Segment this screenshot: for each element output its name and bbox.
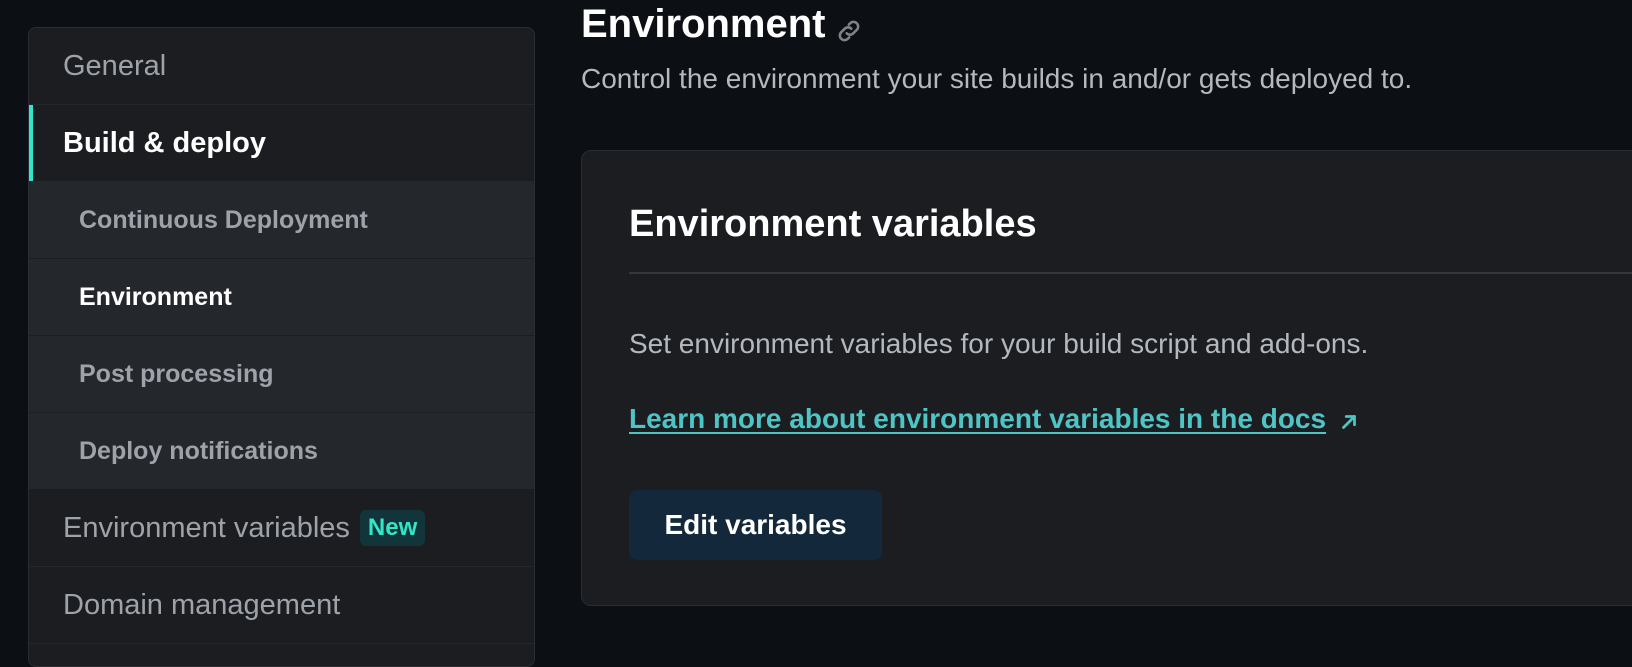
- page-description: Control the environment your site builds…: [581, 63, 1413, 94]
- sidebar-subitem-environment[interactable]: Environment: [29, 259, 534, 336]
- sidebar-item-label: Build & deploy: [63, 126, 266, 159]
- sidebar-item-label: General: [63, 49, 167, 82]
- new-badge: New: [359, 510, 426, 546]
- sidebar-subitem-label: Continuous Deployment: [79, 205, 368, 234]
- sidebar-item-build-deploy[interactable]: Build & deploy: [29, 105, 534, 182]
- docs-link-label: Learn more about environment variables i…: [629, 403, 1327, 434]
- sidebar-subitem-label: Environment: [79, 282, 232, 311]
- sidebar-subitem-deploy-notifications[interactable]: Deploy notifications: [29, 413, 534, 490]
- card-description: Set environment variables for your build…: [629, 328, 1369, 359]
- sidebar-item-label: Environment variables: [63, 511, 350, 544]
- card-divider: [629, 272, 1632, 274]
- sidebar-item-label: Domain management: [63, 588, 341, 621]
- page-title: Environment: [581, 0, 863, 48]
- sidebar-item-general[interactable]: General: [29, 28, 534, 105]
- sidebar-subitem-post-processing[interactable]: Post processing: [29, 336, 534, 413]
- link-icon[interactable]: [835, 10, 863, 42]
- sidebar-item-environment-variables[interactable]: Environment variables New: [29, 490, 534, 567]
- external-link-arrow-icon: [1338, 408, 1360, 430]
- page-title-text: Environment: [581, 1, 826, 46]
- docs-link[interactable]: Learn more about environment variables i…: [629, 403, 1360, 435]
- sidebar-subitem-label: Deploy notifications: [79, 436, 318, 465]
- edit-variables-button[interactable]: Edit variables: [629, 490, 882, 560]
- sidebar-subitem-label: Post processing: [79, 359, 274, 388]
- sidebar-subitem-continuous-deployment[interactable]: Continuous Deployment: [29, 182, 534, 259]
- environment-variables-card: Environment variables Set environment va…: [581, 150, 1632, 606]
- sidebar-item-domain-management[interactable]: Domain management: [29, 567, 534, 644]
- card-title: Environment variables: [629, 203, 1037, 245]
- settings-sidebar: General Build & deploy Continuous Deploy…: [28, 27, 535, 667]
